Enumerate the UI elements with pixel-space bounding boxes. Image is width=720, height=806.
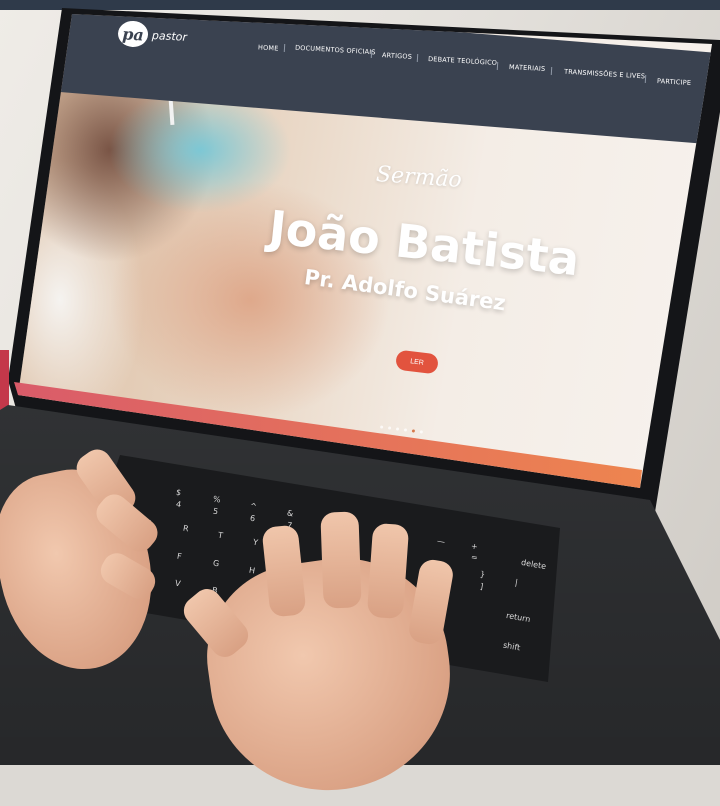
carousel-dot[interactable] (419, 430, 424, 434)
carousel-dot[interactable] (395, 427, 400, 431)
logo-word: pastor (151, 28, 188, 44)
right-finger (320, 511, 362, 609)
key: — (436, 536, 446, 547)
carousel-dot-active[interactable] (411, 429, 416, 433)
key: % (212, 494, 222, 505)
logo-mark: pa (117, 20, 149, 48)
key: R (182, 523, 190, 534)
carousel-dot[interactable] (379, 425, 384, 429)
site-logo[interactable]: pa pastor (117, 20, 187, 50)
carousel-dot[interactable] (387, 426, 392, 430)
nav-home[interactable]: HOME (258, 43, 279, 52)
carousel-dot[interactable] (403, 428, 408, 432)
key: F (176, 551, 183, 562)
right-finger (366, 522, 410, 620)
nav-artigos[interactable]: ARTIGOS (382, 51, 412, 61)
top-strip (0, 0, 720, 10)
